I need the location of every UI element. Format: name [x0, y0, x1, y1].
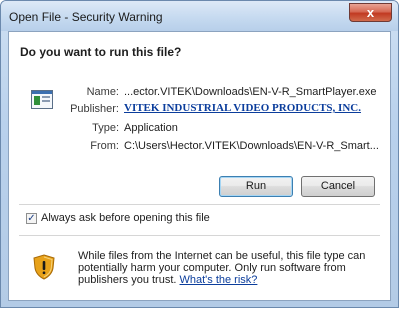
always-ask-label[interactable]: Always ask before opening this file	[41, 212, 210, 224]
cancel-button-label: Cancel	[320, 180, 356, 192]
publisher-link[interactable]: VITEK INDUSTRIAL VIDEO PRODUCTS, INC.	[124, 102, 361, 114]
cancel-button[interactable]: Cancel	[301, 176, 375, 197]
whats-the-risk-link[interactable]: What's the risk?	[180, 274, 258, 286]
shield-warning-icon	[33, 254, 55, 280]
window-title: Open File - Security Warning	[9, 10, 163, 24]
separator	[19, 204, 380, 205]
warning-message: While files from the Internet can be use…	[78, 250, 378, 286]
type-label: Type:	[92, 122, 119, 134]
publisher-label: Publisher:	[70, 103, 119, 115]
run-button[interactable]: Run	[219, 176, 293, 197]
name-label: Name:	[86, 86, 119, 98]
run-button-label: Run	[245, 180, 267, 192]
close-icon: x	[366, 5, 375, 20]
checkmark-icon: ✓	[27, 213, 36, 224]
from-value: C:\Users\Hector.VITEK\Downloads\EN-V-R_S…	[124, 140, 379, 152]
dialog-content: Do you want to run this file? Name: ...e…	[8, 31, 391, 301]
name-value: ...ector.VITEK\Downloads\EN-V-R_SmartPla…	[124, 86, 377, 98]
dialog-question: Do you want to run this file?	[20, 45, 182, 59]
always-ask-checkbox[interactable]: ✓	[26, 213, 37, 224]
separator	[19, 235, 380, 236]
close-button[interactable]: x	[349, 3, 392, 22]
type-value: Application	[124, 122, 178, 134]
security-warning-dialog: Open File - Security Warning x Do you wa…	[0, 0, 399, 308]
from-label: From:	[90, 140, 119, 152]
title-bar[interactable]: Open File - Security Warning x	[1, 1, 398, 31]
